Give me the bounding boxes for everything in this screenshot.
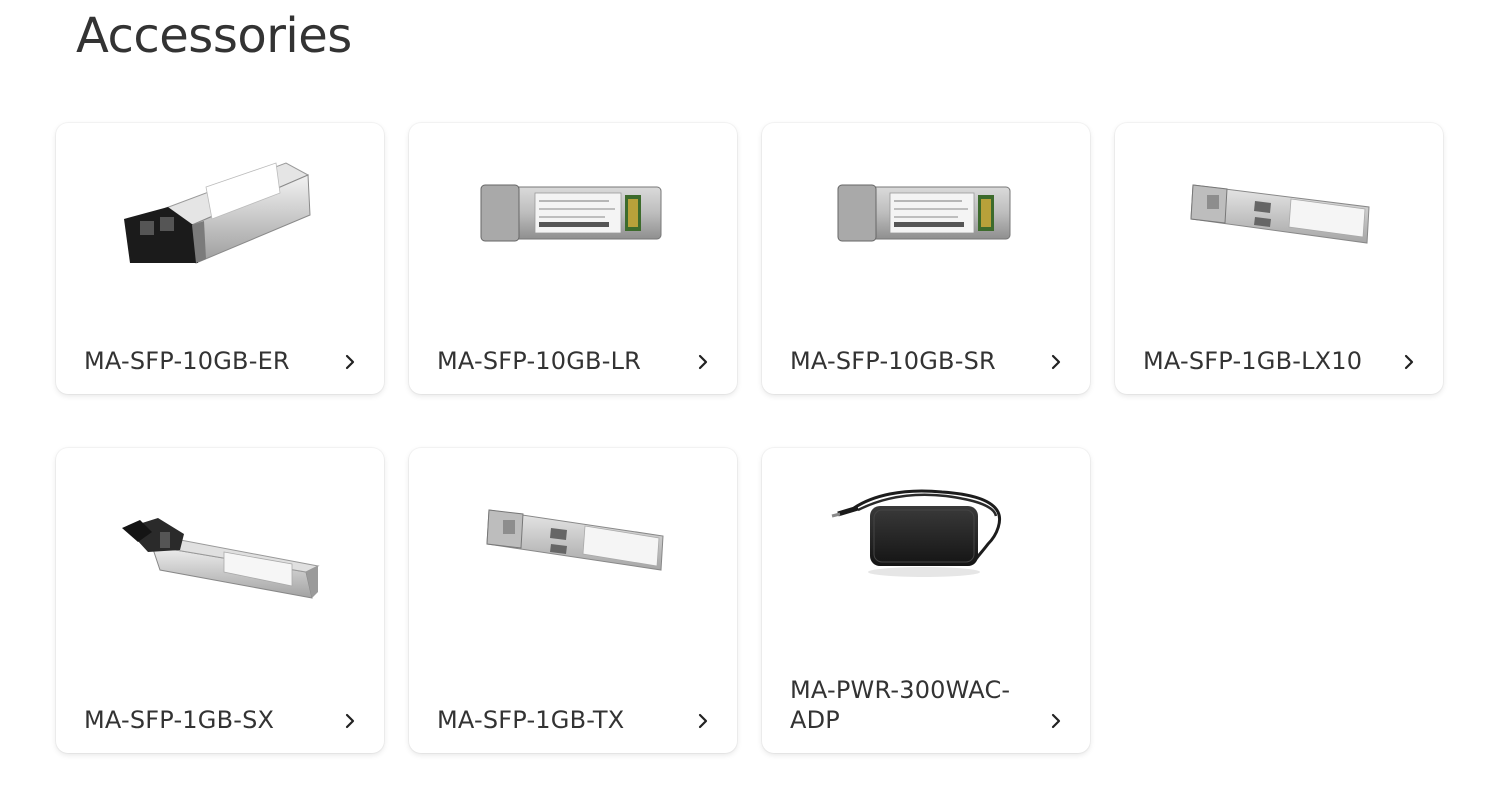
product-name: MA-SFP-1GB-LX10 — [1143, 347, 1363, 375]
product-card-ma-sfp-1gb-tx[interactable]: MA-SFP-1GB-TX — [409, 448, 737, 753]
product-card-ma-sfp-1gb-sx[interactable]: MA-SFP-1GB-SX — [56, 448, 384, 753]
chevron-right-icon — [695, 354, 711, 370]
product-image — [409, 123, 737, 323]
product-card-ma-sfp-1gb-lx10[interactable]: MA-SFP-1GB-LX10 — [1115, 123, 1443, 394]
product-name: MA-SFP-1GB-TX — [437, 706, 625, 734]
chevron-right-icon — [342, 354, 358, 370]
product-image — [56, 448, 384, 648]
product-image — [1115, 123, 1443, 323]
product-card-ma-pwr-300wac-adp[interactable]: MA-PWR-300WAC-ADP — [762, 448, 1090, 753]
product-name: MA-SFP-10GB-SR — [790, 347, 996, 375]
chevron-right-icon — [342, 713, 358, 729]
chevron-right-icon — [1401, 354, 1417, 370]
product-image — [762, 448, 1090, 648]
product-image — [56, 123, 384, 323]
accessories-page: Accessories MA-SFP-10GB-ER MA-SFP-10GB-L… — [0, 0, 1486, 810]
chevron-right-icon — [1048, 354, 1064, 370]
chevron-right-icon — [1048, 713, 1064, 729]
product-name: MA-SFP-1GB-SX — [84, 706, 275, 734]
product-card-ma-sfp-10gb-lr[interactable]: MA-SFP-10GB-LR — [409, 123, 737, 394]
product-name: MA-PWR-300WAC-ADP — [790, 676, 1011, 734]
product-image — [762, 123, 1090, 323]
product-name: MA-SFP-10GB-ER — [84, 347, 290, 375]
product-card-ma-sfp-10gb-sr[interactable]: MA-SFP-10GB-SR — [762, 123, 1090, 394]
chevron-right-icon — [695, 713, 711, 729]
product-image — [409, 448, 737, 648]
page-title: Accessories — [76, 8, 352, 64]
product-name: MA-SFP-10GB-LR — [437, 347, 642, 375]
product-card-ma-sfp-10gb-er[interactable]: MA-SFP-10GB-ER — [56, 123, 384, 394]
